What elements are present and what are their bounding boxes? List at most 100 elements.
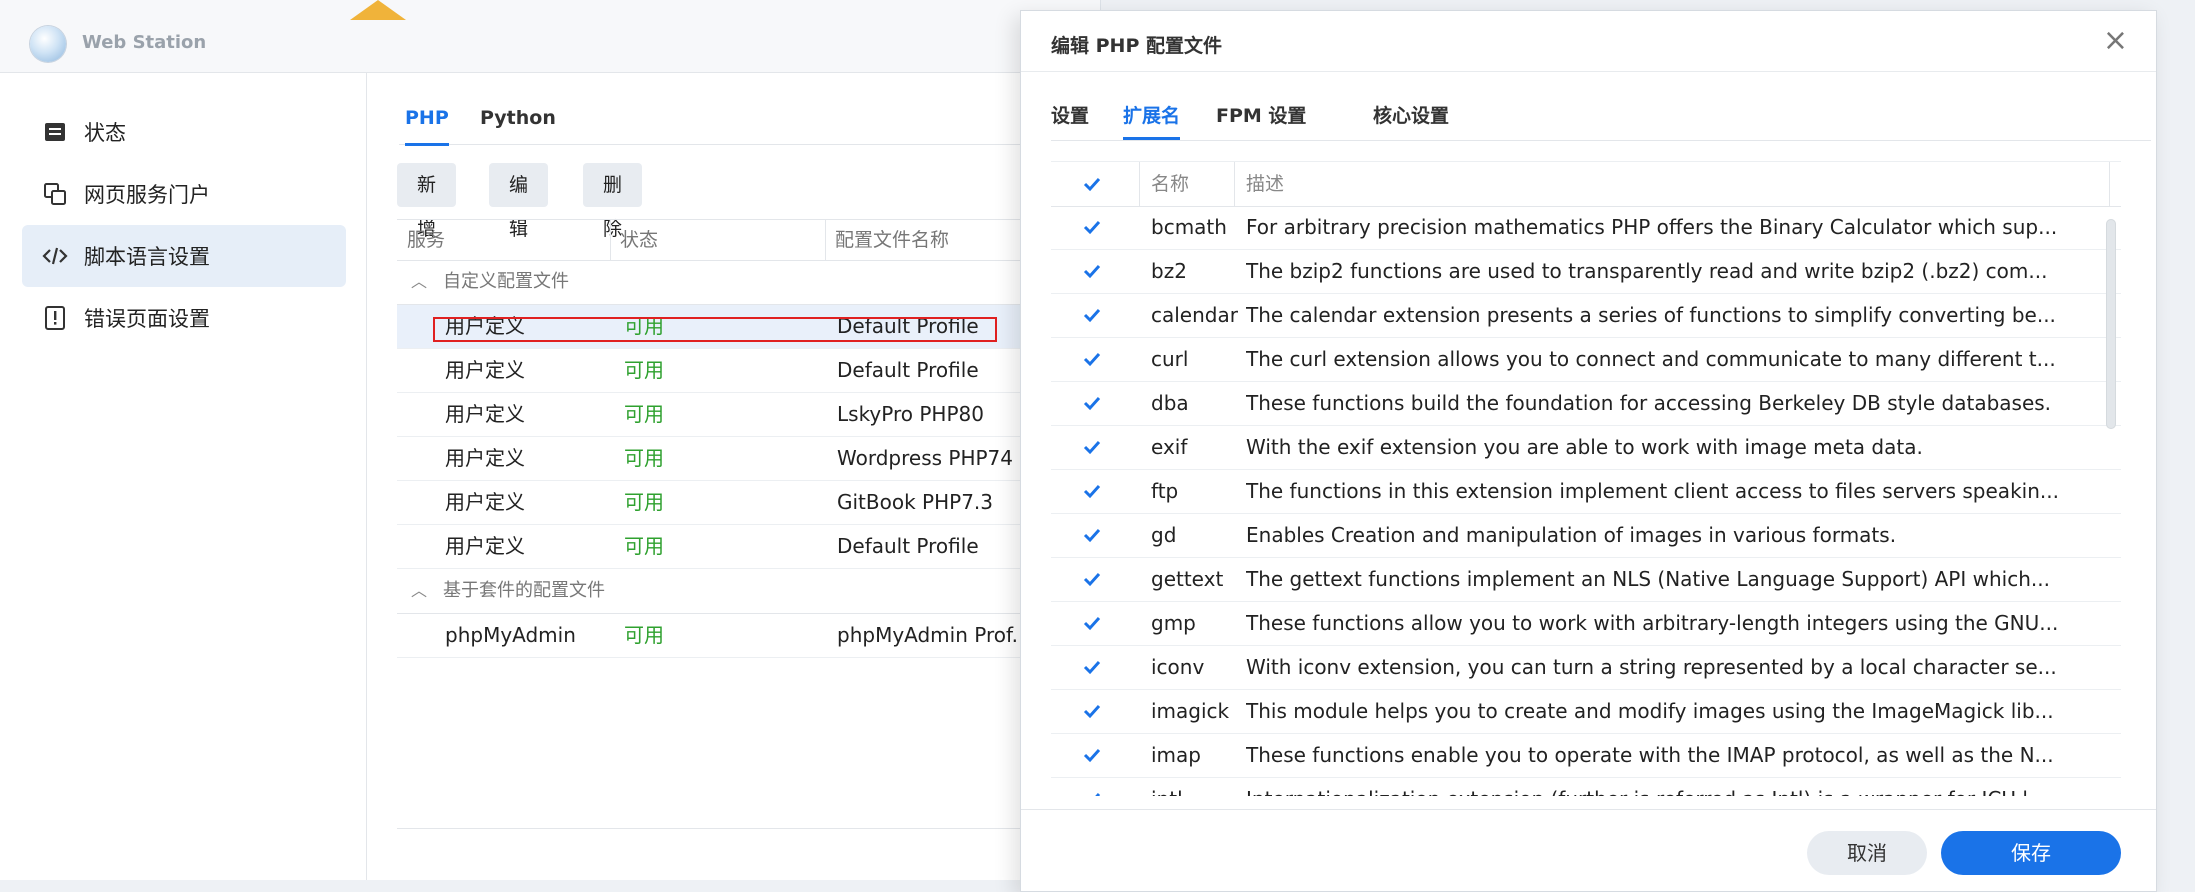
window-titlebar: Web Station — [0, 0, 1100, 73]
tab-python[interactable]: Python — [480, 98, 556, 143]
extension-row[interactable]: ftp The functions in this extension imple… — [1051, 470, 2121, 514]
extension-row[interactable]: imagick This module helps you to create a… — [1051, 690, 2121, 734]
extension-checkbox[interactable] — [1081, 700, 1103, 722]
extension-name: dba — [1151, 391, 1189, 415]
code-icon — [42, 243, 68, 269]
extension-name: gmp — [1151, 611, 1196, 635]
sidebar-item-status[interactable]: 状态 — [22, 101, 346, 163]
extension-checkbox[interactable] — [1081, 480, 1103, 502]
extension-name: exif — [1151, 435, 1188, 459]
cell-status: 可用 — [624, 623, 664, 647]
edit-button[interactable]: 编辑 — [489, 163, 549, 240]
tab-php[interactable]: PHP — [405, 98, 449, 146]
extension-description: The functions in this extension implemen… — [1246, 479, 2059, 503]
column-divider — [2109, 162, 2110, 206]
extension-row[interactable]: curl The curl extension allows you to con… — [1051, 338, 2121, 382]
tab-core-settings[interactable]: 核心设置 — [1373, 96, 1449, 140]
extension-row[interactable]: iconv With iconv extension, you can turn … — [1051, 646, 2121, 690]
column-header-profile[interactable]: 配置文件名称 — [825, 220, 949, 260]
extension-description: For arbitrary precision mathematics PHP … — [1246, 215, 2058, 239]
column-header-status[interactable]: 状态 — [610, 220, 658, 260]
extension-checkbox[interactable] — [1081, 304, 1103, 326]
extension-checkbox[interactable] — [1081, 656, 1103, 678]
table-row[interactable]: 用户定义 可用 Default Profile — [397, 349, 1100, 393]
extension-row[interactable]: bz2 The bzip2 functions are used to trans… — [1051, 250, 2121, 294]
column-header-description[interactable]: 描述 — [1246, 162, 1284, 206]
cell-status: 可用 — [624, 534, 664, 558]
portal-icon — [42, 181, 68, 207]
extension-checkbox[interactable] — [1081, 744, 1103, 766]
profile-table-header: 服务 状态 配置文件名称 — [397, 219, 1100, 261]
extension-checkbox[interactable] — [1081, 260, 1103, 282]
extension-row[interactable]: dba These functions build the foundation … — [1051, 382, 2121, 426]
sidebar-item-label: 网页服务门户 — [84, 183, 210, 207]
close-icon[interactable]: × — [2103, 23, 2128, 58]
sidebar-item-label: 状态 — [84, 121, 126, 145]
extension-description: The gettext functions implement an NLS (… — [1246, 567, 2050, 591]
extension-checkbox[interactable] — [1081, 436, 1103, 458]
extension-row[interactable]: exif With the exif extension you are able… — [1051, 426, 2121, 470]
scrollbar[interactable] — [2106, 219, 2116, 429]
extension-checkbox[interactable] — [1081, 788, 1103, 796]
cell-profile: Default Profile — [837, 358, 979, 382]
table-row[interactable]: 用户定义 可用 Wordpress PHP74 — [397, 437, 1100, 481]
extension-description: This module helps you to create and modi… — [1246, 699, 2054, 723]
add-button[interactable]: 新增 — [397, 163, 457, 240]
extension-checkbox[interactable] — [1081, 612, 1103, 634]
extension-name: ftp — [1151, 479, 1179, 503]
extension-checkbox[interactable] — [1081, 348, 1103, 370]
extension-row[interactable]: gettext The gettext functions implement a… — [1051, 558, 2121, 602]
table-row[interactable]: 用户定义 可用 GitBook PHP7.3 — [397, 481, 1100, 525]
error-page-icon — [42, 305, 68, 331]
extension-row[interactable]: bcmath For arbitrary precision mathematic… — [1051, 206, 2121, 250]
extension-name: imagick — [1151, 699, 1230, 723]
column-header-service[interactable]: 服务 — [397, 220, 445, 260]
chevron-up-icon: ︿ — [411, 581, 428, 600]
extension-row[interactable]: gd Enables Creation and manipulation of i… — [1051, 514, 2121, 558]
extension-row[interactable]: imap These functions enable you to operat… — [1051, 734, 2121, 778]
extension-checkbox[interactable] — [1081, 392, 1103, 414]
web-station-window: Web Station 状态 网页服务门户 脚本语言设置 错误页面设置 PHP … — [0, 0, 1101, 880]
sidebar-item-label: 错误页面设置 — [84, 307, 210, 331]
extension-description: These functions allow you to work with a… — [1246, 611, 2059, 635]
group-label: 基于套件的配置文件 — [443, 580, 605, 601]
extension-name: gd — [1151, 523, 1177, 547]
table-row[interactable]: 用户定义 可用 Default Profile — [397, 525, 1100, 569]
extension-list: bcmath For arbitrary precision mathematic… — [1051, 206, 2121, 796]
cell-service: phpMyAdmin — [445, 623, 576, 647]
group-header-custom[interactable]: ︿ 自定义配置文件 — [397, 260, 1100, 305]
extension-name: bz2 — [1151, 259, 1187, 283]
group-header-package[interactable]: ︿ 基于套件的配置文件 — [397, 569, 1100, 614]
extension-row[interactable]: intl Internationalization extension (furt… — [1051, 778, 2121, 796]
divider — [1021, 71, 2156, 72]
save-button[interactable]: 保存 — [1941, 831, 2121, 875]
tab-extensions[interactable]: 扩展名 — [1123, 96, 1181, 140]
sidebar-item-error-page[interactable]: 错误页面设置 — [22, 287, 346, 349]
cell-status: 可用 — [624, 446, 664, 470]
cell-profile: GitBook PHP7.3 — [837, 490, 993, 514]
extension-description: These functions enable you to operate wi… — [1246, 743, 2054, 767]
table-row[interactable]: phpMyAdmin 可用 phpMyAdmin Prof... — [397, 614, 1100, 658]
tab-fpm-settings[interactable]: FPM 设置 — [1216, 96, 1306, 140]
extension-row[interactable]: calendar The calendar extension presents … — [1051, 294, 2121, 338]
extension-row[interactable]: gmp These functions allow you to work wit… — [1051, 602, 2121, 646]
sidebar-item-portal[interactable]: 网页服务门户 — [22, 163, 346, 225]
cell-profile: Wordpress PHP74 — [837, 446, 1013, 470]
sidebar-item-script-language[interactable]: 脚本语言设置 — [22, 225, 346, 287]
delete-button[interactable]: 删除 — [583, 163, 643, 240]
extension-checkbox[interactable] — [1081, 568, 1103, 590]
extension-checkbox[interactable] — [1081, 524, 1103, 546]
column-header-name[interactable]: 名称 — [1151, 162, 1189, 206]
extension-name: gettext — [1151, 567, 1224, 591]
cancel-button[interactable]: 取消 — [1807, 831, 1927, 875]
extension-table-header: 名称 描述 — [1051, 161, 2121, 207]
extension-description: These functions build the foundation for… — [1246, 391, 2052, 415]
tab-settings[interactable]: 设置 — [1051, 96, 1089, 140]
extension-name: iconv — [1151, 655, 1205, 679]
select-all-checkbox[interactable] — [1081, 173, 1103, 195]
extension-checkbox[interactable] — [1081, 216, 1103, 238]
selection-highlight-box — [433, 317, 997, 342]
table-row[interactable]: 用户定义 可用 LskyPro PHP80 — [397, 393, 1100, 437]
extension-name: curl — [1151, 347, 1189, 371]
cell-profile: Default Profile — [837, 534, 979, 558]
